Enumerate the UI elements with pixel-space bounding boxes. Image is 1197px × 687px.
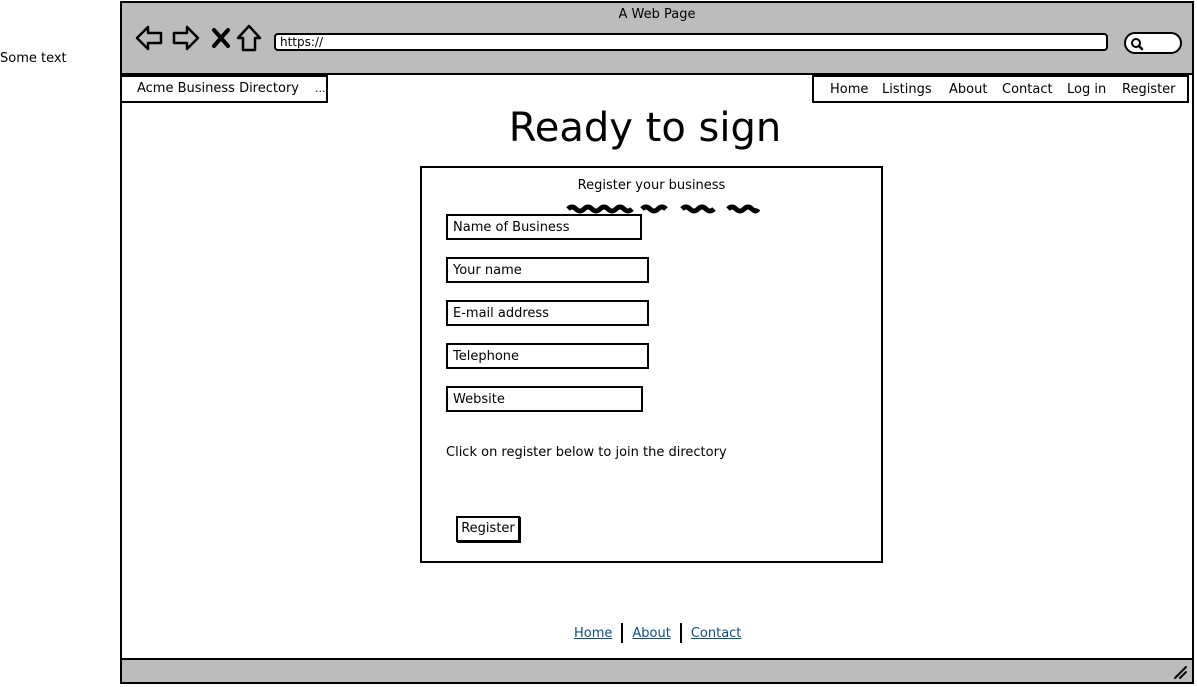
email-field[interactable] — [446, 300, 649, 326]
brand-label: Acme Business Directory — [137, 81, 299, 96]
your-name-field[interactable] — [446, 257, 649, 283]
telephone-field[interactable] — [446, 343, 649, 369]
form-instructions: Click on register below to join the dire… — [446, 445, 727, 460]
page-title: Ready to sign — [508, 105, 782, 151]
home-button[interactable] — [234, 23, 264, 53]
form-title: Register your business — [577, 178, 726, 193]
nav-item-home[interactable]: Home — [830, 82, 868, 97]
business-name-field[interactable] — [446, 214, 642, 240]
site-nav: Home Listings About Contact Log in Regis… — [812, 75, 1189, 103]
search-icon — [1131, 38, 1144, 51]
nav-item-log-in[interactable]: Log in — [1067, 82, 1106, 97]
home-icon — [236, 24, 262, 52]
footer-divider — [621, 623, 624, 643]
browser-search-box[interactable] — [1124, 32, 1182, 54]
footer-link-home[interactable]: Home — [574, 626, 612, 641]
stop-button[interactable] — [206, 23, 236, 53]
footer-link-about[interactable]: About — [632, 626, 670, 641]
side-note-text: Some text — [0, 51, 67, 66]
window-title: A Web Page — [618, 7, 696, 22]
registration-form: Register your business Click on register… — [420, 166, 883, 563]
nav-item-about[interactable]: About — [949, 82, 987, 97]
close-icon — [212, 28, 230, 48]
arrow-right-icon — [172, 25, 200, 51]
resize-grip-icon[interactable] — [1172, 664, 1188, 680]
register-button[interactable]: Register — [456, 516, 520, 542]
website-field[interactable] — [446, 386, 643, 412]
site-brand[interactable]: Acme Business Directory... — [120, 75, 328, 103]
nav-item-listings[interactable]: Listings — [882, 82, 932, 97]
nav-item-contact[interactable]: Contact — [1002, 82, 1053, 97]
back-button[interactable] — [134, 23, 164, 53]
url-input[interactable] — [274, 33, 1108, 51]
status-bar — [122, 658, 1192, 682]
footer-link-contact[interactable]: Contact — [691, 626, 742, 641]
browser-toolbar: A Web Page — [122, 3, 1192, 75]
footer-nav: Home About Contact — [574, 622, 741, 644]
footer-divider — [679, 623, 682, 643]
arrow-left-icon — [135, 25, 163, 51]
nav-item-register[interactable]: Register — [1122, 82, 1176, 97]
brand-more-indicator: ... — [314, 82, 326, 95]
forward-button[interactable] — [171, 23, 201, 53]
